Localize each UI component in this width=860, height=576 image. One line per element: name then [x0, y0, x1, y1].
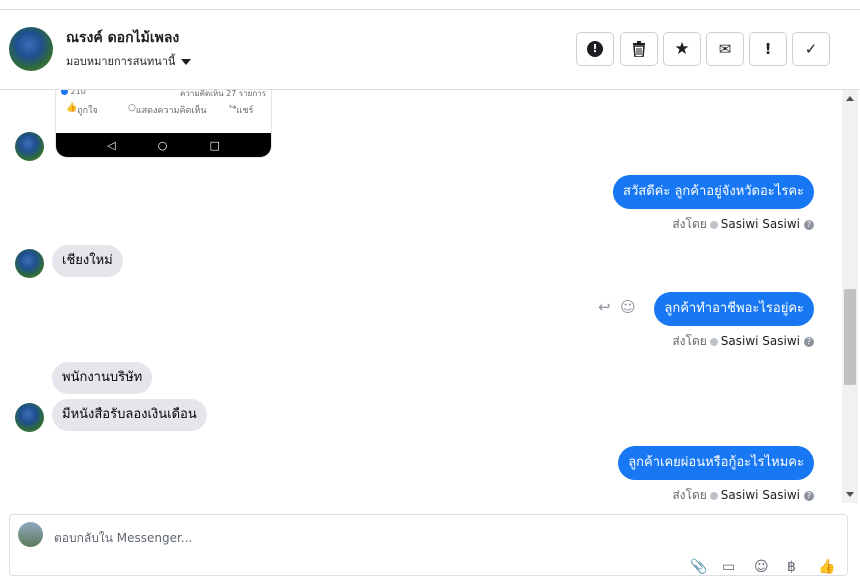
mark-done-button[interactable]: ✓ — [792, 32, 830, 66]
like-reaction-icon — [61, 90, 68, 95]
help-icon[interactable]: ? — [804, 490, 814, 501]
caret-down-icon — [181, 59, 192, 65]
page-dot-icon — [709, 220, 718, 229]
home-circle-icon: ○ — [157, 138, 168, 152]
sender-name[interactable]: Sasiwi Sasiwi — [721, 488, 800, 502]
sender-name[interactable]: Sasiwi Sasiwi — [721, 217, 800, 231]
sent-by-prefix: ส่งโดย — [672, 334, 707, 348]
conversation-header: ณรงค์ ดอกไม้เพลง มอบหมายการสนทนานี้ ! ★ … — [0, 10, 860, 90]
incoming-message[interactable]: เชียงใหม่ — [52, 245, 123, 277]
help-icon[interactable]: ? — [804, 219, 814, 230]
payment-icon[interactable]: ฿ — [787, 559, 796, 575]
thumbs-up-icon[interactable]: 👍 — [818, 559, 835, 575]
star-icon: ★ — [674, 39, 690, 59]
assign-conversation-dropdown[interactable]: มอบหมายการสนทนานี้ — [66, 52, 192, 70]
sender-name[interactable]: Sasiwi Sasiwi — [721, 334, 800, 348]
sent-by-label: ส่งโดย Sasiwi Sasiwi? — [672, 215, 814, 234]
post-stats: 210 ความคิดเห็น 27 รายการ — [61, 90, 266, 98]
contact-avatar[interactable] — [9, 27, 53, 71]
reply-input[interactable]: ตอบกลับใน Messenger... — [54, 529, 192, 548]
sent-by-label: ส่งโดย Sasiwi Sasiwi? — [672, 486, 814, 503]
follow-up-button[interactable]: ! — [749, 32, 787, 66]
post-like-label: ถูกใจ — [77, 106, 98, 116]
top-strip — [0, 0, 860, 10]
outgoing-message[interactable]: สวัสดีค่ะ ลูกค้าอยู่จังหวัดอะไรคะ — [613, 175, 814, 209]
page-dot-icon — [709, 491, 718, 500]
mark-unread-button[interactable]: ✉ — [706, 32, 744, 66]
mark-spam-button[interactable]: ! — [576, 32, 614, 66]
comment-count: ความคิดเห็น 27 รายการ — [179, 90, 266, 98]
incoming-message[interactable]: พนักงานบริษัท — [52, 362, 153, 394]
post-share: ↪ แชร์ — [229, 103, 254, 116]
react-smiley-icon[interactable]: ☺ — [620, 298, 636, 316]
scrollbar-thumb[interactable] — [844, 289, 856, 385]
reaction-count: 210 — [70, 90, 86, 96]
reply-icon[interactable]: ↩ — [598, 298, 611, 316]
thread-scrollbar[interactable] — [842, 90, 858, 503]
post-share-label: แชร์ — [236, 106, 254, 116]
emoji-icon[interactable]: ☺ — [754, 559, 769, 575]
assign-label: มอบหมายการสนทนานี้ — [66, 55, 176, 68]
incoming-message[interactable]: มีหนังสือรับลองเงินเดือน — [52, 399, 207, 431]
back-triangle-icon: ◁ — [107, 138, 116, 152]
envelope-icon: ✉ — [718, 40, 732, 58]
post-comment-label: แสดงความคิดเห็น — [135, 106, 207, 116]
scroll-down-arrow-icon[interactable] — [846, 492, 854, 497]
scroll-up-arrow-icon[interactable] — [846, 96, 854, 101]
post-comment: ○ แสดงความคิดเห็น — [128, 103, 207, 116]
contact-name[interactable]: ณรงค์ ดอกไม้เพลง — [66, 27, 179, 49]
contact-avatar-small — [15, 249, 44, 278]
saved-reply-icon[interactable]: ▭ — [722, 559, 735, 575]
sent-by-label: ส่งโดย Sasiwi Sasiwi? — [672, 332, 814, 351]
alert-circle-icon: ! — [587, 41, 603, 57]
trash-icon — [633, 41, 645, 57]
attachment-icon[interactable]: 📎 — [690, 559, 707, 575]
shared-post-screenshot[interactable]: 210 ความคิดเห็น 27 รายการ 👍 ถูกใจ ○ แสดง… — [55, 90, 272, 158]
star-button[interactable]: ★ — [663, 32, 701, 66]
outgoing-message[interactable]: ลูกค้าเคยผ่อนหรือกู้อะไรไหมคะ — [618, 446, 814, 480]
post-like: 👍 ถูกใจ — [66, 103, 98, 116]
delete-button[interactable] — [620, 32, 658, 66]
sent-by-prefix: ส่งโดย — [672, 217, 707, 231]
checkmark-icon: ✓ — [804, 40, 818, 58]
exclamation-icon: ! — [764, 40, 772, 58]
android-nav-bar: ◁ ○ □ — [56, 133, 271, 157]
reply-composer[interactable]: ตอบกลับใน Messenger... 📎 ▭ ☺ ฿ 👍 — [9, 514, 848, 576]
contact-avatar-small — [15, 403, 44, 432]
message-thread[interactable]: 210 ความคิดเห็น 27 รายการ 👍 ถูกใจ ○ แสดง… — [0, 90, 842, 503]
recents-square-icon: □ — [209, 138, 220, 152]
contact-avatar-small — [15, 132, 44, 161]
help-icon[interactable]: ? — [804, 336, 814, 347]
page-dot-icon — [709, 337, 718, 346]
page-avatar — [18, 522, 43, 547]
sent-by-prefix: ส่งโดย — [672, 488, 707, 502]
outgoing-message[interactable]: ลูกค้าทำอาชีพอะไรอยู่คะ — [654, 292, 814, 326]
